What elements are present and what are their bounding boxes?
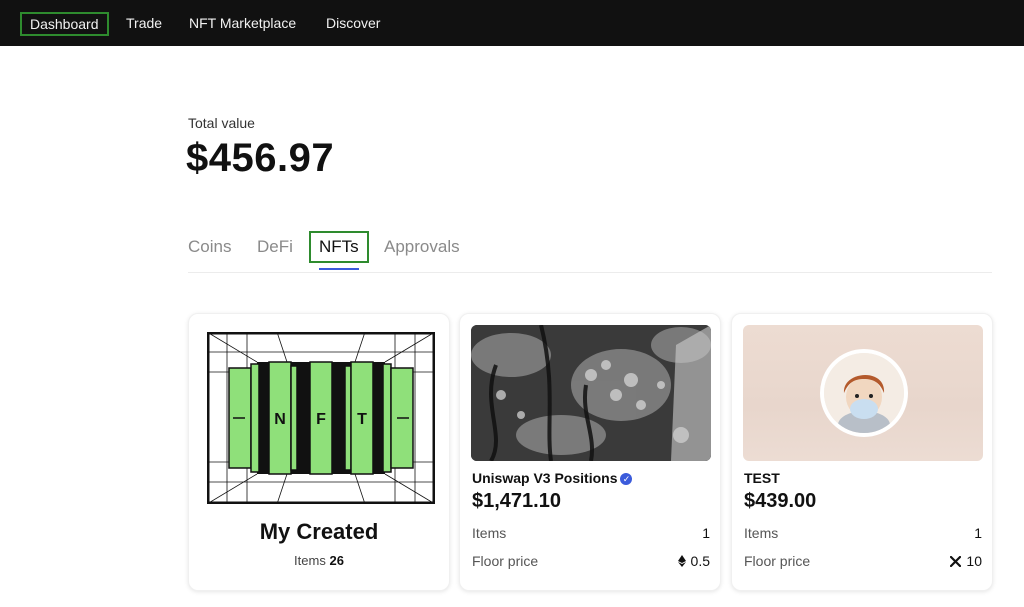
floor-price-row: Floor price 0.5 bbox=[472, 553, 710, 569]
items-row: Items 1 bbox=[472, 525, 710, 541]
items-value: 1 bbox=[974, 525, 982, 541]
floor-price-amount: 0.5 bbox=[690, 553, 710, 569]
card-title: My Created bbox=[259, 519, 379, 544]
items-value: 26 bbox=[329, 553, 344, 568]
collection-image bbox=[471, 325, 711, 461]
items-value: 1 bbox=[702, 525, 710, 541]
nft-card-uniswap[interactable]: Uniswap V3 Positions ✓ $1,471.10 Items 1 … bbox=[459, 313, 721, 591]
verified-badge-icon: ✓ bbox=[620, 473, 633, 485]
items-label: Items bbox=[472, 525, 507, 541]
active-tab-indicator bbox=[319, 268, 359, 270]
nft-art-letter-f: F bbox=[316, 411, 326, 428]
items-label: Items bbox=[744, 525, 779, 541]
nft-card-my-created[interactable]: N F T My Created Items 26 bbox=[188, 313, 450, 591]
floor-price-row: Floor price 10 bbox=[744, 553, 982, 569]
tabs-divider bbox=[188, 272, 992, 273]
card-items-count: Items 26 bbox=[189, 553, 449, 568]
x-token-icon bbox=[950, 555, 962, 568]
items-row: Items 1 bbox=[744, 525, 982, 541]
card-price: $1,471.10 bbox=[472, 490, 561, 512]
floor-price-label: Floor price bbox=[744, 553, 811, 569]
floor-price-value: 0.5 bbox=[677, 553, 710, 569]
avatar bbox=[820, 349, 908, 437]
collection-name: TEST bbox=[744, 470, 780, 486]
nav-trade[interactable]: Trade bbox=[118, 12, 170, 36]
nav-dashboard[interactable]: Dashboard bbox=[20, 12, 109, 36]
top-nav: Dashboard Trade NFT Marketplace Discover bbox=[0, 0, 1024, 46]
nft-card-test[interactable]: TEST $439.00 Items 1 Floor price 10 bbox=[731, 313, 993, 591]
collection-name: Uniswap V3 Positions bbox=[472, 470, 618, 486]
total-value-amount: $456.97 bbox=[186, 136, 335, 180]
total-value-label: Total value bbox=[188, 115, 255, 131]
tab-nfts[interactable]: NFTs bbox=[309, 231, 369, 263]
tab-approvals[interactable]: Approvals bbox=[384, 237, 460, 263]
ethereum-icon bbox=[677, 555, 686, 567]
tab-defi[interactable]: DeFi bbox=[257, 237, 293, 263]
card-title: Uniswap V3 Positions ✓ bbox=[472, 470, 633, 486]
card-price: $439.00 bbox=[744, 490, 817, 512]
nav-nft-marketplace[interactable]: NFT Marketplace bbox=[181, 12, 304, 36]
floor-price-label: Floor price bbox=[472, 553, 539, 569]
collection-image bbox=[743, 325, 983, 461]
nft-art-letter-n: N bbox=[274, 411, 286, 428]
tab-coins[interactable]: Coins bbox=[188, 237, 231, 263]
floor-price-value: 10 bbox=[950, 553, 982, 569]
nav-discover[interactable]: Discover bbox=[318, 12, 388, 36]
nft-art-image: N F T bbox=[206, 331, 436, 505]
floor-price-amount: 10 bbox=[966, 553, 982, 569]
nft-art-letter-t: T bbox=[357, 411, 367, 428]
items-label: Items bbox=[294, 553, 326, 568]
